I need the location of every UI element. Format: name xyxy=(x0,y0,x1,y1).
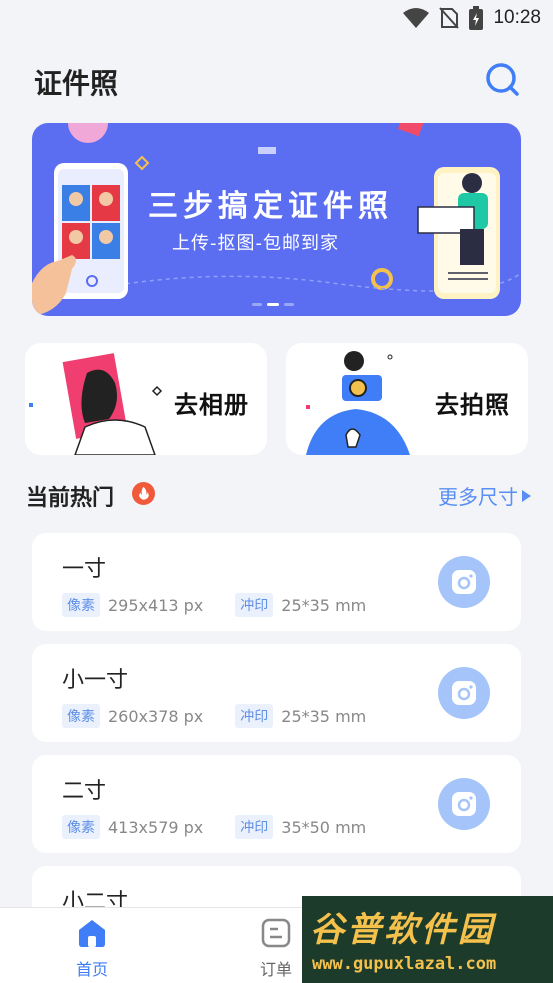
size-item[interactable]: 一寸 像素 295x413 px 冲印 25*35 mm xyxy=(32,533,521,631)
take-photo-button[interactable] xyxy=(438,667,490,719)
search-icon xyxy=(486,63,519,96)
carousel-dot-active xyxy=(267,303,279,306)
size-specs: 像素 413x579 px 冲印 35*50 mm xyxy=(62,815,366,839)
print-value: 25*35 mm xyxy=(281,595,367,615)
print-tag: 冲印 xyxy=(235,704,274,728)
take-photo-button[interactable] xyxy=(438,778,490,830)
album-illustration xyxy=(29,353,163,455)
watermark: 谷普软件园 www.gupuxlazal.com xyxy=(302,896,553,983)
status-time: 10:28 xyxy=(493,7,541,28)
print-value: 25*35 mm xyxy=(281,706,367,726)
size-name: 一寸 xyxy=(62,557,107,582)
print-tag: 冲印 xyxy=(235,815,274,839)
no-sim-icon xyxy=(439,7,460,29)
watermark-logo-text: 谷普软件园 xyxy=(310,910,495,950)
camera-icon xyxy=(452,681,476,705)
carousel-indicator xyxy=(252,303,294,306)
carousel-dot xyxy=(252,303,262,306)
search-button[interactable] xyxy=(483,60,523,100)
orders-icon xyxy=(261,918,291,948)
camera-icon xyxy=(452,792,476,816)
size-name: 小一寸 xyxy=(62,668,129,693)
status-bar: 10:28 xyxy=(0,0,553,38)
watermark-url: www.gupuxlazal.com xyxy=(312,954,497,974)
album-label: 去相册 xyxy=(174,391,249,419)
size-specs: 像素 295x413 px 冲印 25*35 mm xyxy=(62,593,366,617)
carousel-dot xyxy=(284,303,294,306)
camera-illustration xyxy=(306,351,410,455)
camera-icon xyxy=(452,570,476,594)
more-sizes-link[interactable]: 更多尺寸 xyxy=(438,481,531,510)
camera-label: 去拍照 xyxy=(435,391,510,419)
pixel-value: 260x378 px xyxy=(108,706,204,726)
caret-right-icon xyxy=(522,489,531,502)
battery-icon xyxy=(469,6,484,30)
hot-section-header: 当前热门 更多尺寸 xyxy=(26,478,531,512)
hot-section-title: 当前热门 xyxy=(26,486,115,511)
pixel-tag: 像素 xyxy=(62,815,100,839)
camera-card[interactable]: 去拍照 xyxy=(286,343,528,455)
print-value: 35*50 mm xyxy=(281,817,367,837)
banner-headline: 三步搞定证件照 xyxy=(148,189,393,224)
size-item[interactable]: 二寸 像素 413x579 px 冲印 35*50 mm xyxy=(32,755,521,853)
more-sizes-label: 更多尺寸 xyxy=(438,485,518,509)
page-title: 证件照 xyxy=(34,67,119,100)
header: 证件照 xyxy=(0,56,553,106)
banner-subline: 上传-抠图-包邮到家 xyxy=(172,233,339,254)
pixel-tag: 像素 xyxy=(62,593,100,617)
size-item[interactable]: 小一寸 像素 260x378 px 冲印 25*35 mm xyxy=(32,644,521,742)
pixel-value: 295x413 px xyxy=(108,595,204,615)
promo-banner[interactable]: 三步搞定证件照 上传-抠图-包邮到家 xyxy=(32,123,521,316)
album-card[interactable]: 去相册 xyxy=(25,343,267,455)
size-name: 二寸 xyxy=(62,779,107,804)
wifi-icon xyxy=(403,8,430,28)
size-specs: 像素 260x378 px 冲印 25*35 mm xyxy=(62,704,366,728)
pixel-value: 413x579 px xyxy=(108,817,204,837)
print-tag: 冲印 xyxy=(235,593,274,617)
pixel-tag: 像素 xyxy=(62,704,100,728)
take-photo-button[interactable] xyxy=(438,556,490,608)
tab-home[interactable]: 首页 xyxy=(52,918,132,980)
fire-icon xyxy=(132,482,155,505)
tab-home-label: 首页 xyxy=(75,960,108,979)
home-icon xyxy=(79,920,105,947)
